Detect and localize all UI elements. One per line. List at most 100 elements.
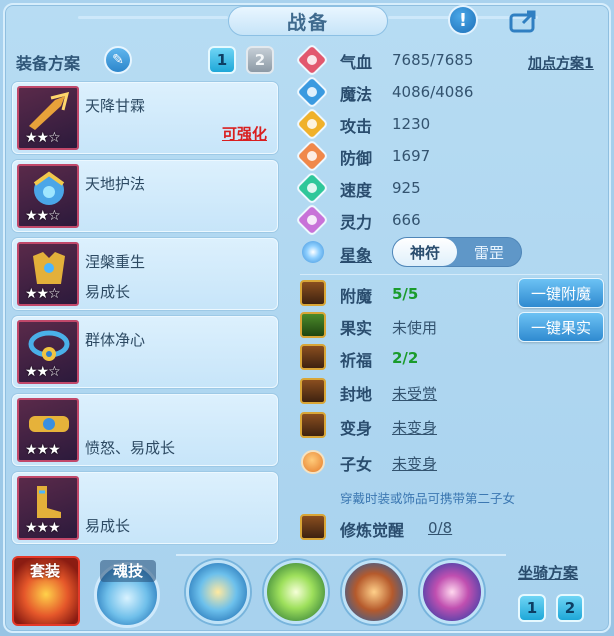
- equip-slot-boots[interactable]: ★★★ 易成长: [12, 472, 278, 544]
- star-rating: ★★☆: [25, 364, 61, 380]
- star-rating: ★★☆: [25, 208, 61, 224]
- stat-hp: 气血 7685/7685 加点方案1: [295, 43, 606, 77]
- equip-scheme-label: 装备方案: [16, 54, 81, 73]
- star-rating: ★★★: [25, 520, 61, 536]
- equip-trait: 易成长: [85, 283, 131, 301]
- feature-value: 2/2: [392, 349, 419, 367]
- astro-toggle[interactable]: 神符 雷罡: [392, 237, 522, 267]
- stat-label: 攻击: [340, 117, 373, 136]
- one-click-enchant-button[interactable]: 一键附魔: [518, 278, 604, 308]
- mount-scheme-label[interactable]: 坐骑方案: [518, 562, 578, 583]
- transform-icon: [300, 412, 326, 438]
- sword-icon: [295, 107, 329, 141]
- star-rating: ★★★: [25, 442, 61, 458]
- mana-icon: [295, 75, 329, 109]
- section-divider: [300, 274, 602, 275]
- helmet-icon: ★★☆: [17, 164, 79, 228]
- stat-label: 防御: [340, 149, 373, 168]
- boots-icon: ★★★: [17, 476, 79, 540]
- weapon-icon: ★★☆: [17, 86, 79, 150]
- star-rating: ★★☆: [25, 130, 61, 146]
- stat-value: 1230: [392, 115, 431, 133]
- feature-value[interactable]: 未变身: [392, 417, 437, 438]
- stat-defense: 防御 1697: [295, 139, 606, 173]
- cultivation-label: 修炼觉醒: [340, 521, 405, 540]
- skill-orb-3-icon[interactable]: [342, 560, 406, 624]
- feature-label: 封地: [340, 385, 373, 404]
- equip-name: 涅槃重生: [85, 253, 146, 271]
- equip-trait: 易成长: [85, 517, 131, 535]
- lightning-icon: [295, 171, 329, 205]
- equip-scheme-row: 装备方案 ✎ 1 2: [10, 44, 282, 78]
- equip-slot-necklace[interactable]: ★★☆ 群体净心: [12, 316, 278, 388]
- equip-scheme-tab-1[interactable]: 1: [208, 46, 236, 74]
- stat-value: 4086/4086: [392, 83, 474, 101]
- stat-label: 魔法: [340, 85, 373, 104]
- mount-scheme-tab-1[interactable]: 1: [518, 594, 546, 622]
- child-icon: [301, 450, 325, 474]
- skill-orb-2-icon[interactable]: [264, 560, 328, 624]
- belt-icon: ★★★: [17, 398, 79, 462]
- stat-mp: 魔法 4086/4086: [295, 75, 606, 109]
- shield-icon: [295, 139, 329, 173]
- armor-icon: ★★☆: [17, 242, 79, 306]
- skill-orb-1-icon[interactable]: [186, 560, 250, 624]
- equip-name: 群体净心: [85, 331, 146, 349]
- edit-pencil-icon[interactable]: ✎: [104, 46, 132, 74]
- equip-name: 天降甘霖: [85, 97, 146, 115]
- equip-trait: 愤怒、易成长: [85, 439, 176, 457]
- feature-label: 附魔: [340, 287, 373, 306]
- equipment-column: 装备方案 ✎ 1 2 ★★☆ 天降甘霖 可强化 ★★☆ 天地护法 ★★☆ 涅槃重…: [10, 44, 282, 544]
- enhance-link[interactable]: 可强化: [222, 123, 267, 144]
- suit-label: 套装: [29, 562, 60, 580]
- skill-orb-4-icon[interactable]: [420, 560, 484, 624]
- stat-value: 666: [392, 211, 421, 229]
- bottom-divider: [176, 554, 506, 556]
- fruit-icon: [300, 312, 326, 338]
- share-icon[interactable]: [508, 6, 542, 34]
- bottom-bar: 套装 魂技 坐骑方案 1 2: [6, 546, 608, 630]
- page-title: 战备: [228, 6, 388, 36]
- equip-name: 天地护法: [85, 175, 146, 193]
- equip-slot-belt[interactable]: ★★★ 愤怒、易成长: [12, 394, 278, 466]
- necklace-icon: ★★☆: [17, 320, 79, 384]
- equip-slot-weapon[interactable]: ★★☆ 天降甘霖 可强化: [12, 82, 278, 154]
- title-ornament-left: [78, 16, 228, 19]
- star-sign-icon: [302, 241, 324, 263]
- equip-scheme-tab-2[interactable]: 2: [246, 46, 274, 74]
- astro-label[interactable]: 星象: [340, 242, 372, 266]
- astro-option-shenfu[interactable]: 神符: [393, 238, 457, 266]
- feature-value: 未使用: [392, 319, 438, 337]
- feature-value[interactable]: 未变身: [392, 453, 437, 474]
- stat-attack: 攻击 1230: [295, 107, 606, 141]
- astro-option-leigang[interactable]: 雷罡: [457, 238, 521, 266]
- addpoint-scheme-link[interactable]: 加点方案1: [528, 53, 594, 73]
- feature-label: 变身: [340, 419, 373, 438]
- feature-value[interactable]: 未受赏: [392, 383, 437, 404]
- heart-icon: [295, 43, 329, 77]
- enchant-icon: [300, 280, 326, 306]
- equip-slot-armor[interactable]: ★★☆ 涅槃重生 易成长: [12, 238, 278, 310]
- feature-label: 祈福: [340, 351, 373, 370]
- mount-scheme-tab-2[interactable]: 2: [556, 594, 584, 622]
- one-click-fruit-button[interactable]: 一键果实: [518, 312, 604, 342]
- stat-speed: 速度 925: [295, 171, 606, 205]
- info-alert-icon[interactable]: !: [448, 5, 478, 35]
- star-rating: ★★☆: [25, 286, 61, 302]
- equip-slot-helmet[interactable]: ★★☆ 天地护法: [12, 160, 278, 232]
- stat-value: 1697: [392, 147, 431, 165]
- astro-row: 星象 神符 雷罡: [296, 236, 606, 268]
- feature-value: 5/5: [392, 285, 419, 303]
- child-hint-text: 穿戴时装或饰品可携带第二子女: [340, 491, 516, 506]
- cultivation-icon: [300, 514, 326, 540]
- stat-spirit: 灵力 666: [295, 203, 606, 237]
- fief-icon: [300, 378, 326, 404]
- feature-label: 子女: [340, 455, 373, 474]
- feature-label: 果实: [340, 319, 373, 338]
- stat-value: 7685/7685: [392, 51, 474, 69]
- stat-label: 速度: [340, 181, 373, 200]
- spirit-icon: [295, 203, 329, 237]
- stat-label: 灵力: [340, 213, 373, 232]
- stat-value: 925: [392, 179, 421, 197]
- cultivation-value[interactable]: 0/8: [428, 519, 452, 537]
